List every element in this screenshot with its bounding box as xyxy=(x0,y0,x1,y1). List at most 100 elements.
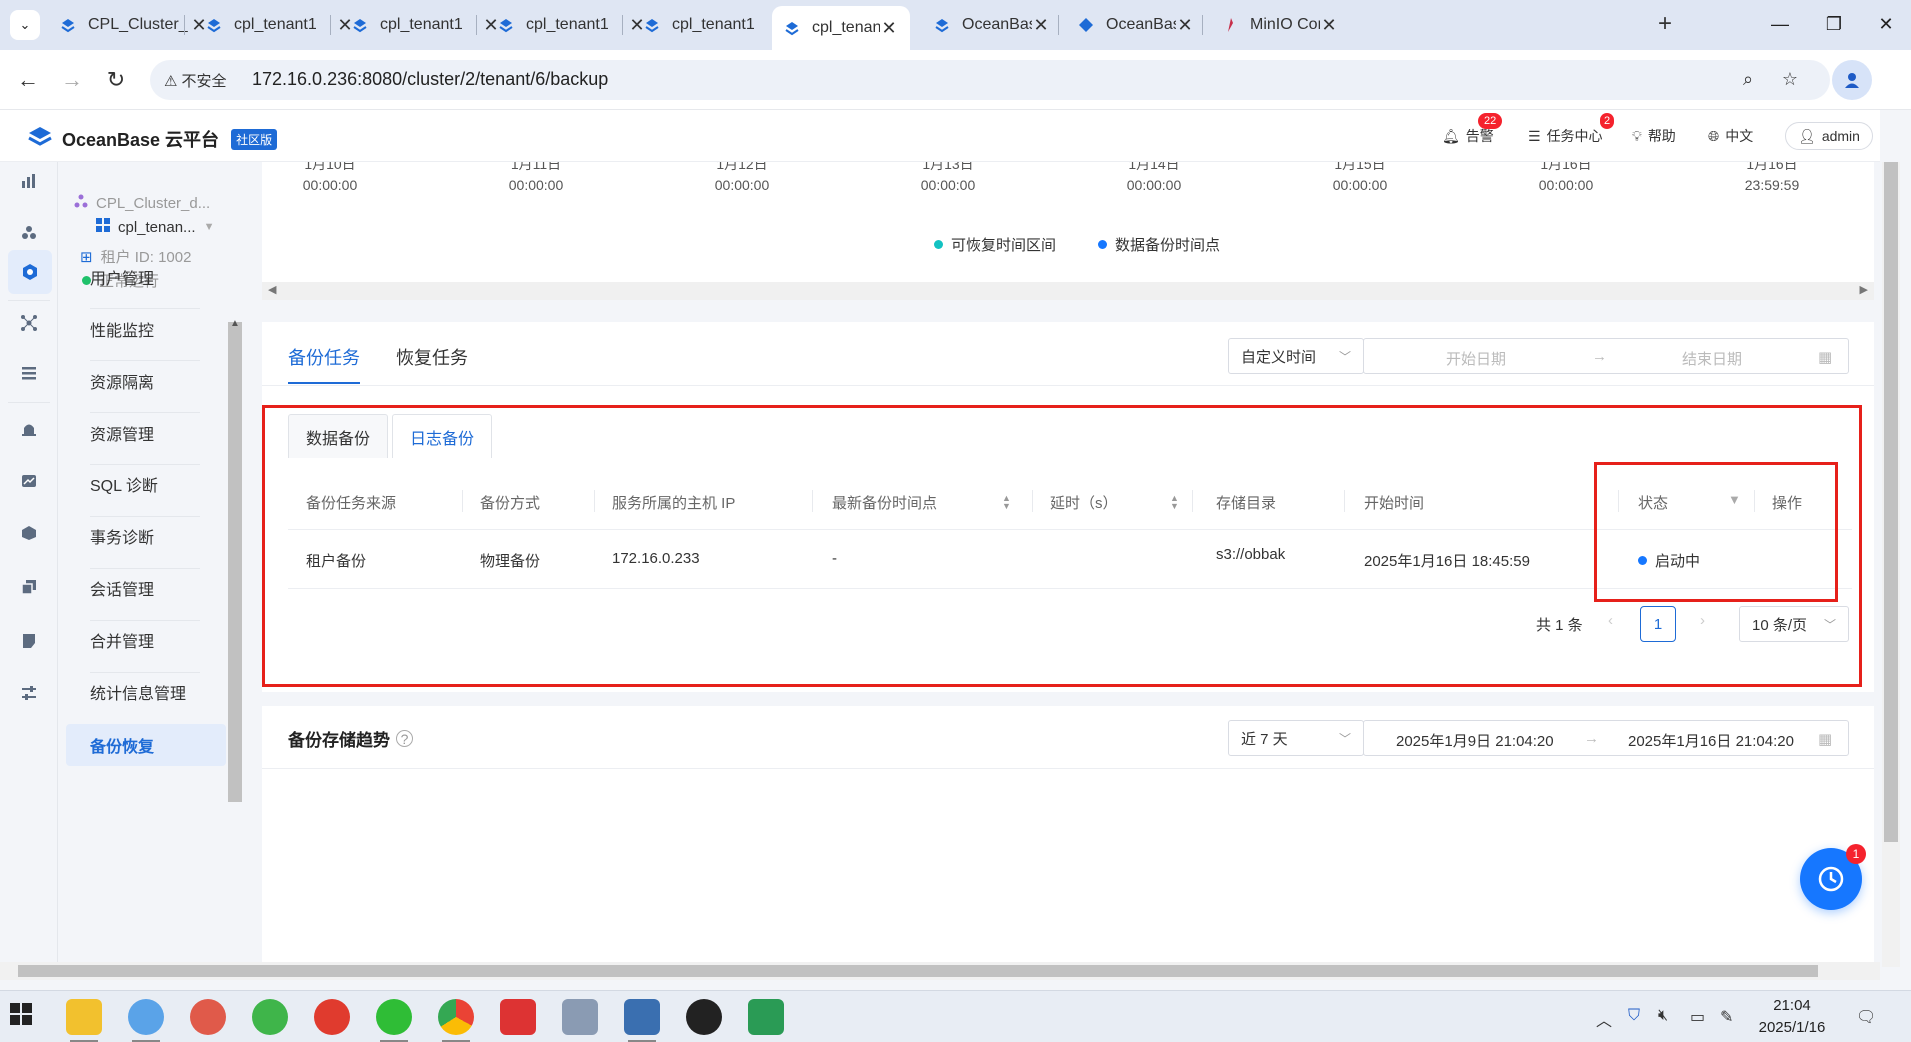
list-icon[interactable] xyxy=(14,358,44,388)
restore-icon[interactable]: ❐ xyxy=(1814,8,1854,40)
oceanbase-favicon-icon xyxy=(934,17,950,33)
language-button[interactable]: 🌐︎ 中文 xyxy=(1708,126,1753,146)
trend-date-range-picker[interactable]: 2025年1月9日 21:04:20 → 2025年1月16日 21:04:20… xyxy=(1363,720,1849,756)
page-vertical-scrollbar-thumb[interactable] xyxy=(1884,162,1898,842)
menu-merge-management[interactable]: 合并管理 xyxy=(82,619,232,661)
legend-item[interactable]: 数据备份时间点 xyxy=(1098,234,1220,255)
scroll-left-arrow-icon[interactable]: ◀ xyxy=(268,283,276,296)
tab-restore-tasks[interactable]: 恢复任务 xyxy=(396,344,468,370)
start-date-input[interactable]: 开始日期 xyxy=(1446,348,1506,369)
app-icon[interactable] xyxy=(314,999,350,1035)
close-icon[interactable]: ✕ xyxy=(1320,15,1338,36)
tab-title: OceanBase xyxy=(962,16,1032,33)
tick-time: 23:59:59 xyxy=(1744,177,1800,193)
menu-transaction-diagnosis[interactable]: 事务诊断 xyxy=(82,515,232,557)
tray-expand-icon[interactable]: ︿ xyxy=(1596,1007,1612,1031)
browser-tab[interactable]: MinIO Cons ✕ xyxy=(1210,6,1350,44)
menu-resource-isolation[interactable]: 资源隔离 xyxy=(82,360,232,402)
help-circle-icon[interactable]: ? xyxy=(396,730,413,747)
menu-performance-monitoring[interactable]: 性能监控 xyxy=(82,308,232,350)
sliders-icon[interactable] xyxy=(14,678,44,708)
shield-icon[interactable]: ⛉ xyxy=(1628,1007,1640,1025)
omnibox[interactable]: ⚠ 不安全 172.16.0.236:8080/cluster/2/tenant… xyxy=(150,60,1830,100)
zoom-icon[interactable]: ⌕ xyxy=(1736,69,1760,90)
back-icon[interactable]: ← xyxy=(12,64,44,96)
close-icon[interactable]: ✕ xyxy=(1032,15,1050,36)
trend-end-date[interactable]: 2025年1月16日 21:04:20 xyxy=(1628,730,1794,751)
package-icon[interactable] xyxy=(14,518,44,548)
menu-resource-management[interactable]: 资源管理 xyxy=(82,412,232,454)
note-icon[interactable] xyxy=(14,626,44,656)
tenant-tree-node[interactable]: cpl_tenan... ▼ xyxy=(96,218,214,236)
trend-start-date[interactable]: 2025年1月9日 21:04:20 xyxy=(1396,730,1554,751)
browser-tab[interactable]: OceanBase ✕ xyxy=(1066,6,1206,44)
app-logo[interactable]: OceanBase 云平台 社区版 xyxy=(26,124,278,154)
speaker-muted-icon[interactable]: 🔇︎ xyxy=(1658,1007,1668,1025)
caret-down-icon[interactable]: ▼ xyxy=(204,221,215,233)
minimize-icon[interactable]: — xyxy=(1760,8,1800,40)
timeline-tick-label: 1月16日 23:59:59 xyxy=(1712,162,1832,196)
date-range-picker[interactable]: 开始日期 → 结束日期 ▦ xyxy=(1363,338,1849,374)
close-icon[interactable]: ✕ xyxy=(1176,15,1194,36)
app-icon[interactable] xyxy=(748,999,784,1035)
alerts-button[interactable]: 🔔︎ 告警 xyxy=(1442,126,1494,146)
scroll-right-arrow-icon[interactable]: ▶ xyxy=(1860,283,1868,296)
forward-icon[interactable]: → xyxy=(56,64,88,96)
network-icon[interactable] xyxy=(14,308,44,338)
trend-range-select[interactable]: 近 7 天 ﹀ xyxy=(1228,720,1364,756)
legend-item[interactable]: 可恢复时间区间 xyxy=(934,234,1056,255)
copy-icon[interactable] xyxy=(14,572,44,602)
url-text[interactable]: 172.16.0.236:8080/cluster/2/tenant/6/bac… xyxy=(252,69,608,90)
notification-icon[interactable]: 🗨︎ xyxy=(1856,1007,1876,1027)
menu-user-management[interactable]: 用户管理 xyxy=(82,256,232,298)
close-icon[interactable]: ✕ xyxy=(880,18,898,39)
highlight-box-status xyxy=(1594,462,1838,602)
profile-avatar-icon[interactable] xyxy=(1832,60,1872,100)
new-tab-icon[interactable]: + xyxy=(1650,10,1680,40)
close-window-icon[interactable]: ✕ xyxy=(1866,8,1906,40)
app-icon[interactable] xyxy=(252,999,288,1035)
menu-statistics-management[interactable]: 统计信息管理 xyxy=(82,671,232,713)
help-button[interactable]: 💡︎ 帮助 xyxy=(1632,126,1676,146)
file-explorer-icon[interactable] xyxy=(66,999,102,1042)
tenant-icon[interactable] xyxy=(8,250,52,294)
browser-tab-active[interactable]: cpl_tenant1 ✕ xyxy=(772,6,910,50)
security-indicator[interactable]: ⚠ 不安全 xyxy=(164,70,226,91)
backup-timeline-card: 1月10日 00:00:00 1月11日 00:00:00 1月12日 00:00:00 1… xyxy=(262,162,1874,282)
scroll-up-arrow-icon[interactable]: ▲ xyxy=(230,318,240,329)
timeline-horizontal-scrollbar[interactable]: ◀ ▶ xyxy=(262,282,1874,300)
time-range-select[interactable]: 自定义时间 ﹀ xyxy=(1228,338,1364,374)
menu-sql-diagnosis[interactable]: SQL 诊断 xyxy=(82,463,232,505)
browser-app-icon[interactable] xyxy=(128,999,164,1042)
app-icon[interactable] xyxy=(686,999,722,1035)
tab-backup-tasks[interactable]: 备份任务 xyxy=(288,344,360,370)
task-center-button[interactable]: ☰ 任务中心 xyxy=(1528,126,1603,146)
menu-session-management[interactable]: 会话管理 xyxy=(82,567,232,609)
bookmark-star-icon[interactable]: ☆ xyxy=(1778,69,1802,90)
chrome-icon[interactable] xyxy=(438,999,474,1042)
monitor-icon[interactable] xyxy=(14,466,44,496)
wps-icon[interactable] xyxy=(500,999,536,1035)
pen-icon[interactable]: ✎ xyxy=(1720,1007,1733,1027)
tab-search-dropdown-icon[interactable]: ⌄ xyxy=(10,10,40,40)
chart-icon[interactable] xyxy=(14,166,44,196)
page-horizontal-scrollbar-thumb[interactable] xyxy=(18,965,1818,977)
wechat-icon[interactable] xyxy=(376,999,412,1042)
alarm-icon[interactable] xyxy=(14,414,44,444)
cluster-icon[interactable] xyxy=(14,218,44,248)
globe-icon: 🌐︎ xyxy=(1708,127,1720,144)
app-icon[interactable] xyxy=(624,999,660,1042)
oceanbase-favicon-icon xyxy=(644,17,660,33)
end-date-input[interactable]: 结束日期 xyxy=(1682,348,1742,369)
app-icon[interactable] xyxy=(190,999,226,1035)
system-clock[interactable]: 21:04 2025/1/16 xyxy=(1752,995,1832,1039)
user-menu[interactable]: 👤︎ admin xyxy=(1785,122,1873,150)
menu-backup-restore[interactable]: 备份恢复 xyxy=(66,724,226,766)
battery-icon[interactable]: ▭ xyxy=(1690,1007,1705,1027)
reload-icon[interactable]: ↻ xyxy=(100,64,132,96)
windows-start-icon[interactable] xyxy=(10,1003,32,1029)
sidenav-scrollbar-thumb[interactable] xyxy=(228,322,242,802)
remote-desktop-icon[interactable] xyxy=(562,999,598,1035)
browser-tab[interactable]: OceanBase ✕ xyxy=(922,6,1062,44)
cluster-tree-node[interactable]: CPL_Cluster_d... xyxy=(74,194,210,212)
